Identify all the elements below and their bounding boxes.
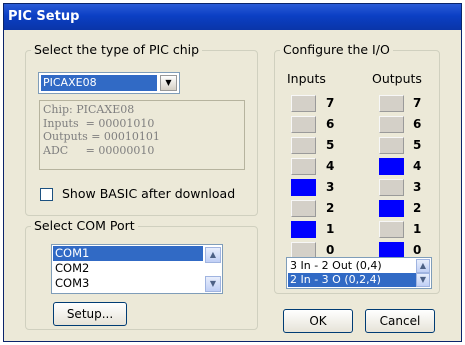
scroll-up-icon[interactable]: ▲ [416, 259, 430, 273]
scroll-down-icon[interactable]: ▼ [205, 276, 221, 292]
output-pin-number: 5 [413, 138, 422, 152]
input-pin-number: 6 [326, 117, 335, 131]
output-pin-box[interactable] [379, 179, 404, 196]
input-pin-number: 4 [326, 159, 335, 173]
inputs-heading: Inputs [287, 71, 326, 86]
com-group-label: Select COM Port [31, 218, 138, 234]
output-pin-box[interactable] [379, 95, 404, 112]
input-pin-box[interactable] [291, 137, 316, 154]
list-item[interactable]: COM3 [53, 276, 203, 291]
chip-info-line: Inputs = 00001010 [43, 116, 155, 130]
chevron-down-icon[interactable]: ▼ [160, 75, 177, 91]
setup-button[interactable]: Setup... [53, 302, 127, 326]
chip-info-line: Outputs = 00010101 [43, 130, 160, 143]
chip-info: Chip: PICAXE08 Inputs = 00001010 Outputs =… [39, 100, 245, 170]
output-pin-box[interactable] [379, 137, 404, 154]
pic-setup-window: PIC Setup Select the type of PIC chip PI… [3, 3, 462, 342]
input-pin-box[interactable] [291, 116, 316, 133]
input-pin-number: 0 [326, 243, 335, 257]
input-pin-box[interactable] [291, 179, 316, 196]
list-item[interactable]: COM2 [53, 261, 203, 276]
chip-select[interactable]: PICAXE08 ▼ [38, 72, 180, 94]
scroll-down-icon[interactable]: ▼ [416, 273, 430, 287]
input-pin-box[interactable] [291, 221, 316, 238]
input-pin-number: 3 [326, 180, 335, 194]
output-pin-number: 0 [413, 243, 422, 257]
com-port-list[interactable]: COM1 COM2 COM3 ▲ ▼ [51, 244, 223, 294]
ok-button[interactable]: OK [283, 309, 353, 333]
input-pin-box[interactable] [291, 95, 316, 112]
io-config-list[interactable]: 3 In - 2 Out (0,4) 2 In - 3 O (0,2,4) ▲ … [286, 257, 432, 289]
chip-info-line: Chip: PICAXE08 [43, 103, 135, 116]
chip-select-value: PICAXE08 [41, 75, 157, 91]
io-group-label: Configure the I/O [280, 42, 393, 58]
output-pin-number: 7 [413, 96, 422, 110]
output-pin-number: 4 [413, 159, 422, 173]
output-pin-number: 3 [413, 180, 422, 194]
output-pin-number: 1 [413, 222, 422, 236]
title-bar[interactable]: PIC Setup [4, 4, 461, 30]
cancel-button[interactable]: Cancel [365, 309, 435, 333]
chip-group-label: Select the type of PIC chip [31, 42, 203, 58]
list-item[interactable]: 3 In - 2 Out (0,4) [288, 259, 416, 273]
output-pin-number: 6 [413, 117, 422, 131]
output-pin-number: 2 [413, 201, 422, 215]
output-pin-box[interactable] [379, 158, 404, 175]
input-pin-number: 1 [326, 222, 335, 236]
input-pin-box[interactable] [291, 200, 316, 217]
list-item[interactable]: 2 In - 3 O (0,2,4) [288, 273, 416, 287]
output-pin-box[interactable] [379, 116, 404, 133]
input-pin-number: 2 [326, 201, 335, 215]
chip-info-line: ADC = 00000010 [43, 143, 155, 157]
output-pin-box[interactable] [379, 200, 404, 217]
input-pin-box[interactable] [291, 158, 316, 175]
input-pin-number: 5 [326, 138, 335, 152]
list-item[interactable]: COM1 [53, 246, 203, 261]
show-basic-label: Show BASIC after download [62, 186, 236, 201]
outputs-heading: Outputs [372, 71, 422, 86]
scroll-up-icon[interactable]: ▲ [205, 247, 221, 263]
input-pin-number: 7 [326, 96, 335, 110]
show-basic-checkbox[interactable] [40, 188, 53, 201]
output-pin-box[interactable] [379, 221, 404, 238]
